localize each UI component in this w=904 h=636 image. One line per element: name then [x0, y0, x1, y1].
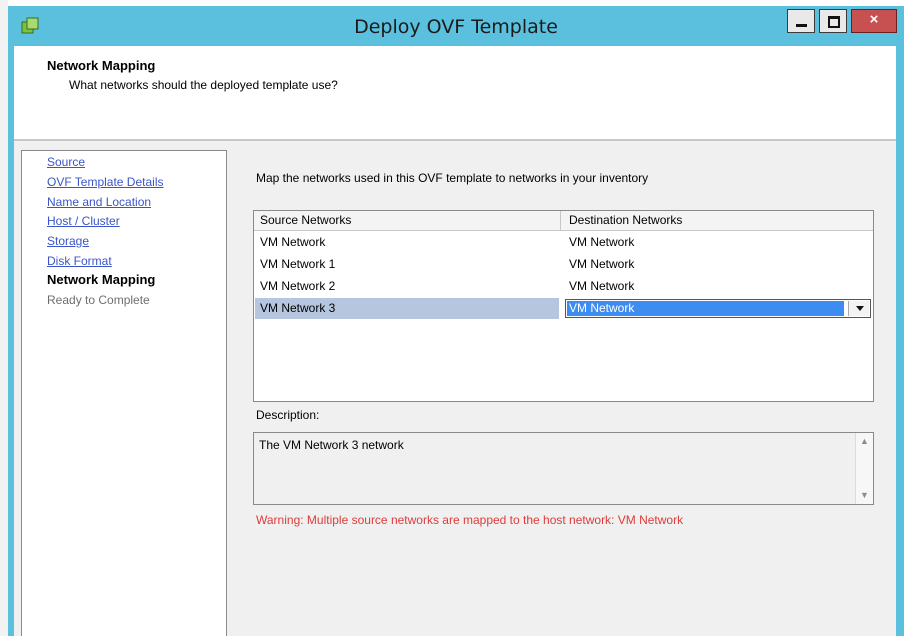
desktop-background — [0, 0, 8, 636]
table-row-selected[interactable]: VM Network 3 VM Network — [254, 297, 873, 319]
table-row[interactable]: VM Network VM Network — [254, 231, 873, 253]
table-row[interactable]: VM Network 1 VM Network — [254, 253, 873, 275]
nav-item-host-cluster[interactable]: Host / Cluster — [47, 214, 120, 229]
step-subtitle: What networks should the deployed templa… — [69, 78, 338, 92]
step-title: Network Mapping — [47, 58, 156, 73]
chevron-down-icon[interactable] — [848, 301, 869, 316]
minimize-icon — [796, 24, 807, 27]
description-scrollbar[interactable]: ▲ ▼ — [855, 433, 873, 504]
maximize-button[interactable] — [819, 9, 847, 33]
destination-network-cell[interactable]: VM Network — [569, 253, 634, 275]
scroll-down-icon[interactable]: ▼ — [856, 487, 873, 504]
source-network-cell: VM Network 2 — [260, 279, 336, 293]
window-title: Deploy OVF Template — [354, 16, 558, 38]
maximize-icon — [828, 16, 840, 28]
title-bar[interactable]: Deploy OVF Template × — [8, 6, 904, 46]
nav-item-disk-format[interactable]: Disk Format — [47, 254, 112, 269]
column-header-destination[interactable]: Destination Networks — [561, 211, 873, 230]
table-row[interactable]: VM Network 2 VM Network — [254, 275, 873, 297]
nav-item-ovf-template-details[interactable]: OVF Template Details — [47, 175, 164, 190]
destination-network-dropdown[interactable]: VM Network — [565, 299, 871, 318]
close-button[interactable]: × — [851, 9, 897, 33]
nav-item-ready-to-complete: Ready to Complete — [47, 293, 150, 307]
destination-network-selected-value: VM Network — [567, 301, 844, 316]
wizard-steps-nav: Source OVF Template Details Name and Loc… — [21, 150, 227, 636]
close-icon: × — [869, 11, 879, 28]
column-header-source[interactable]: Source Networks — [254, 211, 561, 230]
description-text: The VM Network 3 network — [259, 438, 404, 452]
minimize-button[interactable] — [787, 9, 815, 33]
nav-item-storage[interactable]: Storage — [47, 234, 89, 249]
source-network-cell: VM Network 3 — [260, 301, 336, 315]
scroll-up-icon[interactable]: ▲ — [856, 433, 873, 450]
deploy-ovf-window: Deploy OVF Template × Network Mapping Wh… — [8, 6, 904, 636]
warning-message: Warning: Multiple source networks are ma… — [256, 513, 684, 527]
mapping-instructions: Map the networks used in this OVF templa… — [256, 171, 649, 185]
nav-item-network-mapping: Network Mapping — [47, 272, 156, 287]
destination-network-cell[interactable]: VM Network — [569, 275, 634, 297]
dialog-client-area: Network Mapping What networks should the… — [14, 46, 896, 636]
nav-item-source[interactable]: Source — [47, 155, 85, 170]
description-label: Description: — [256, 408, 320, 422]
network-mapping-grid: Source Networks Destination Networks VM … — [253, 210, 874, 402]
description-box: The VM Network 3 network ▲ ▼ — [253, 432, 874, 505]
source-network-cell: VM Network 1 — [260, 257, 336, 271]
source-network-cell: VM Network — [260, 235, 326, 249]
destination-network-cell[interactable]: VM Network — [569, 231, 634, 253]
step-header: Network Mapping What networks should the… — [14, 46, 896, 141]
nav-item-name-and-location[interactable]: Name and Location — [47, 195, 151, 210]
grid-header: Source Networks Destination Networks — [254, 211, 873, 231]
